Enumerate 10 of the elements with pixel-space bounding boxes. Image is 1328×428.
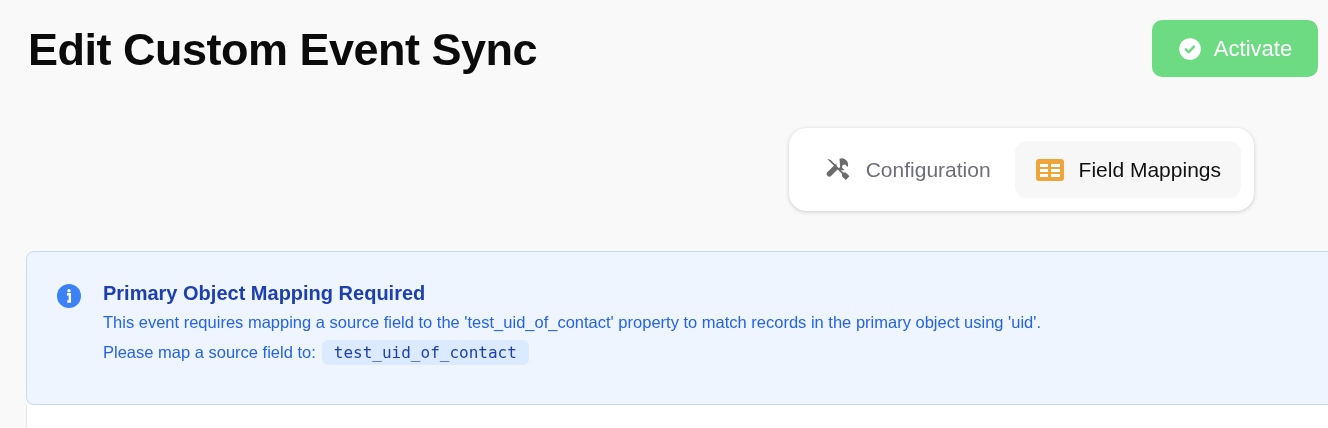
info-icon (57, 284, 81, 308)
tab[interactable]: Field Mappings (1014, 141, 1241, 198)
page-title: Edit Custom Event Sync (28, 24, 538, 76)
table-icon (1034, 157, 1065, 182)
alert-title: Primary Object Mapping Required (103, 282, 427, 305)
alert-prompt: Please map a source field to: (103, 343, 316, 362)
tab[interactable]: Configuration (801, 141, 1011, 198)
alert-message: This event requires mapping a source field to the 'test_uid_of_contact' property to match records in the primary object using 'uid'. (103, 313, 1041, 332)
property-code: test_uid_of_contact (321, 340, 529, 365)
check-circle-icon (1177, 36, 1202, 61)
